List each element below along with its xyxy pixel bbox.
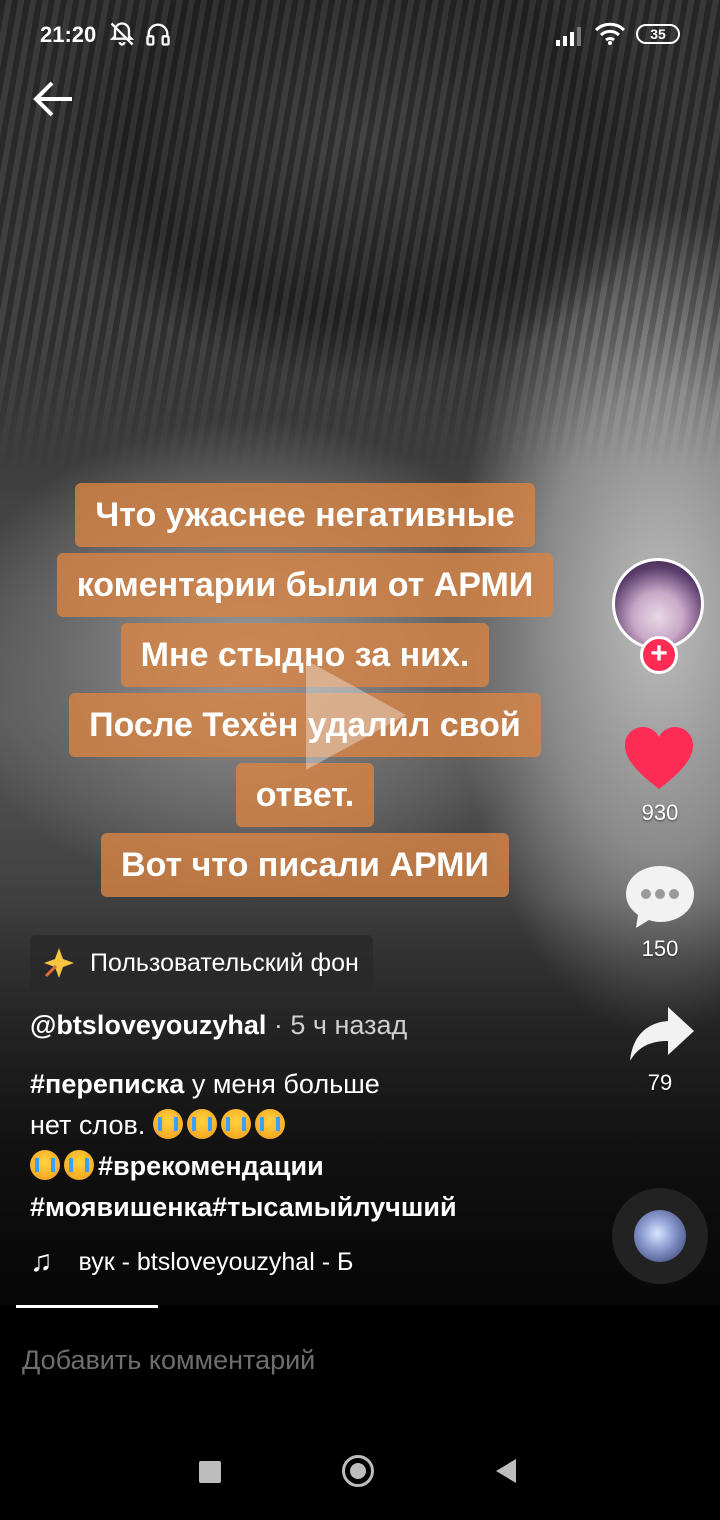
- battery-icon: 35: [636, 24, 680, 44]
- recents-button[interactable]: [199, 1461, 221, 1483]
- post-author[interactable]: @btsloveyouzyhal · 5 ч назад: [30, 1010, 407, 1041]
- hashtag[interactable]: #врекомендации: [98, 1151, 324, 1181]
- share-count: 79: [647, 1070, 673, 1095]
- username[interactable]: @btsloveyouzyhal: [30, 1010, 266, 1040]
- share-arrow-icon[interactable]: [628, 1005, 696, 1063]
- home-button[interactable]: [342, 1455, 374, 1487]
- music-title[interactable]: вук - btsloveyouzyhal - Б: [79, 1248, 354, 1277]
- follow-plus-button[interactable]: +: [640, 636, 678, 674]
- signal-icon: [556, 27, 581, 46]
- back-arrow-icon[interactable]: [30, 76, 76, 122]
- hashtag[interactable]: #переписка: [30, 1069, 184, 1099]
- caption-line: ответ.: [235, 763, 375, 827]
- comment-count: 150: [641, 936, 679, 961]
- hashtag[interactable]: #моявишенка#тысамыйлучший: [30, 1192, 457, 1222]
- desc-line: нет слов.: [30, 1105, 590, 1146]
- crying-emoji-icon: [220, 1109, 251, 1139]
- headphones-icon: [146, 23, 170, 46]
- crying-emoji-icon: [64, 1150, 94, 1180]
- back-button[interactable]: [496, 1459, 516, 1483]
- music-info[interactable]: ♫ вук - btsloveyouzyhal - Б: [30, 1245, 353, 1279]
- caption-line: коментарии были от АРМИ: [56, 553, 554, 617]
- music-disc[interactable]: [612, 1188, 708, 1284]
- post-time: · 5 ч назад: [266, 1010, 408, 1040]
- crying-emoji-icon: [152, 1109, 183, 1139]
- wifi-icon: [594, 22, 626, 45]
- crying-emoji-icon: [254, 1109, 285, 1139]
- music-note-icon: ♫: [30, 1245, 53, 1278]
- desc-text: у меня больше: [184, 1069, 380, 1099]
- music-disc-cover: [634, 1210, 686, 1262]
- caption-line: Вот что писали АРМИ: [101, 833, 509, 897]
- caption-line: После Техён удалил свой: [69, 693, 541, 757]
- desc-line: #моявишенка#тысамыйлучший: [30, 1187, 590, 1228]
- video-caption-overlay: Что ужаснее негативные коментарии были о…: [0, 480, 610, 900]
- post-description: #переписка у меня больше нет слов. #врек…: [30, 1064, 590, 1228]
- play-icon[interactable]: [306, 660, 406, 770]
- desc-line: #переписка у меня больше: [30, 1064, 590, 1105]
- crying-emoji-icon: [186, 1109, 217, 1139]
- status-time: 21:20: [40, 22, 97, 47]
- like-heart-icon[interactable]: [623, 725, 695, 791]
- effect-chip[interactable]: Пользовательский фон: [30, 935, 373, 991]
- like-count: 930: [641, 800, 679, 825]
- caption-line: Что ужаснее негативные: [75, 483, 535, 547]
- comment-bubble-icon[interactable]: [624, 862, 696, 932]
- caption-line: Мне стыдно за них.: [120, 623, 490, 687]
- crying-emoji-icon: [30, 1150, 60, 1180]
- video-hair-texture: [0, 0, 720, 470]
- effect-chip-label: Пользовательский фон: [90, 948, 359, 977]
- status-bar: 21:20 35: [0, 0, 720, 70]
- desc-line: #врекомендации: [30, 1146, 590, 1187]
- sparkle-icon: [44, 948, 74, 978]
- bell-off-icon: [109, 22, 135, 46]
- desc-text: нет слов.: [30, 1110, 153, 1140]
- comment-input[interactable]: [20, 1344, 664, 1377]
